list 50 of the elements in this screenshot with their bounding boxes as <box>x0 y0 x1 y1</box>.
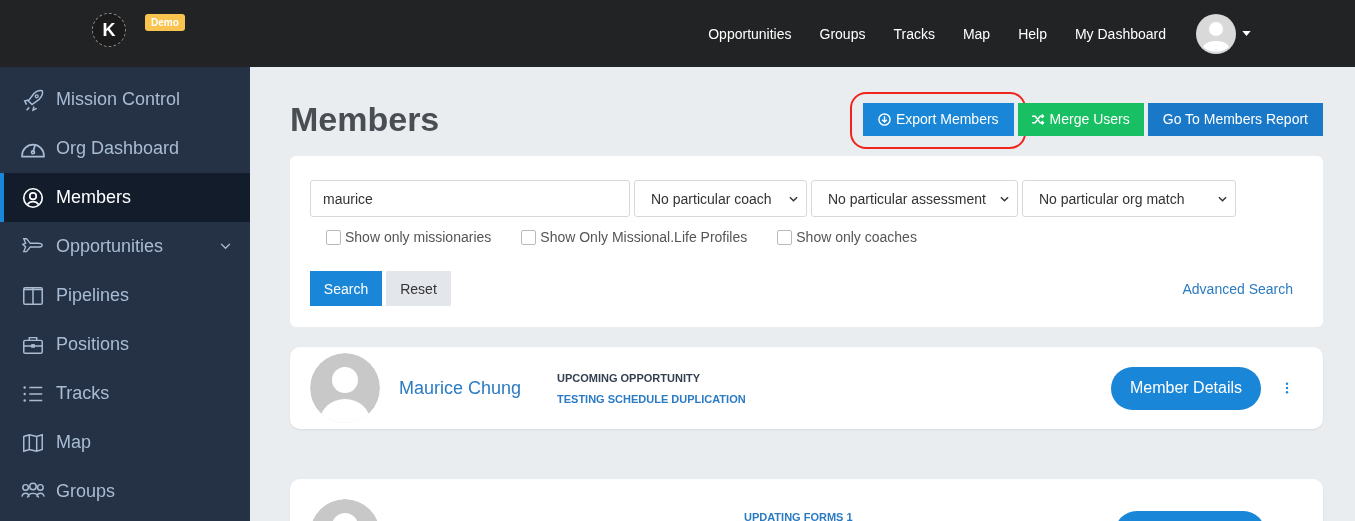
sidebar-item[interactable]: Map <box>0 418 250 467</box>
member-details-button[interactable]: Member Details <box>1111 366 1261 410</box>
avatar-icon <box>310 353 380 423</box>
sidebar-item[interactable]: Opportunities <box>0 222 250 271</box>
nav-link[interactable]: Help <box>1004 25 1061 42</box>
checkbox-label[interactable]: Show only coaches <box>796 229 917 245</box>
caret-icon[interactable] <box>1242 31 1251 36</box>
checkbox[interactable] <box>777 229 793 245</box>
checkbox[interactable] <box>326 229 341 245</box>
filter-dropdown[interactable]: No particular assessment <box>811 180 1018 217</box>
more-icon[interactable] <box>1285 382 1289 394</box>
sidebar-item[interactable]: Members <box>0 173 250 222</box>
rocket-icon <box>21 87 45 112</box>
reset-button[interactable]: Reset <box>386 271 451 306</box>
user-circle-icon <box>21 185 45 210</box>
download-icon <box>877 112 891 126</box>
shuffle-icon <box>1031 112 1045 126</box>
nav-link[interactable]: My Dashboard <box>1060 25 1180 42</box>
filter-dropdown[interactable]: No particular coach <box>634 180 807 217</box>
nav-link[interactable]: Tracks <box>879 25 949 42</box>
chevron-icon[interactable] <box>220 243 231 250</box>
avatar-icon[interactable] <box>1196 13 1236 54</box>
sidebar-item[interactable]: Groups <box>0 467 250 516</box>
advanced-search-link[interactable]: Advanced Search <box>1182 280 1293 297</box>
chevron-icon[interactable] <box>1218 195 1227 202</box>
opportunity-link[interactable]: UPDATING FORMS 1 <box>744 511 853 521</box>
filter-dropdown[interactable]: No particular org match <box>1022 180 1236 217</box>
nav-link[interactable]: Opportunities <box>694 25 806 42</box>
checkbox-label[interactable]: Show only missionaries <box>345 229 492 245</box>
search-button[interactable]: Search <box>310 271 382 306</box>
opportunity-link[interactable]: TESTING SCHEDULE DUPLICATION <box>557 392 746 405</box>
sidebar-item[interactable]: Positions <box>0 320 250 369</box>
sidebar-item[interactable]: Tracks <box>0 369 250 418</box>
export-button[interactable]: Export Members <box>862 102 1014 136</box>
page-title: Members <box>290 99 440 139</box>
logo[interactable]: K <box>92 13 126 47</box>
nav-link[interactable]: Map <box>948 25 1005 42</box>
checkbox-label[interactable]: Show Only Missional.Life Profiles <box>540 229 748 245</box>
checkbox[interactable] <box>521 229 537 245</box>
search-field[interactable]: maurice <box>310 180 630 217</box>
sidebar-item[interactable]: Pipelines <box>0 271 250 320</box>
nav-link[interactable]: Groups <box>805 25 880 42</box>
sidebar-item[interactable]: Mission Control <box>0 75 250 124</box>
report-button[interactable]: Go To Members Report <box>1147 102 1323 136</box>
chevron-icon[interactable] <box>1000 195 1009 202</box>
sidebar-item[interactable]: Org Dashboard <box>0 124 250 173</box>
chevron-icon[interactable] <box>789 195 798 202</box>
section-heading: UPCOMING OPPORTUNITY <box>557 371 701 384</box>
member-name-link[interactable]: Maurice Chung <box>399 377 537 399</box>
demo-badge: Demo <box>145 14 185 31</box>
